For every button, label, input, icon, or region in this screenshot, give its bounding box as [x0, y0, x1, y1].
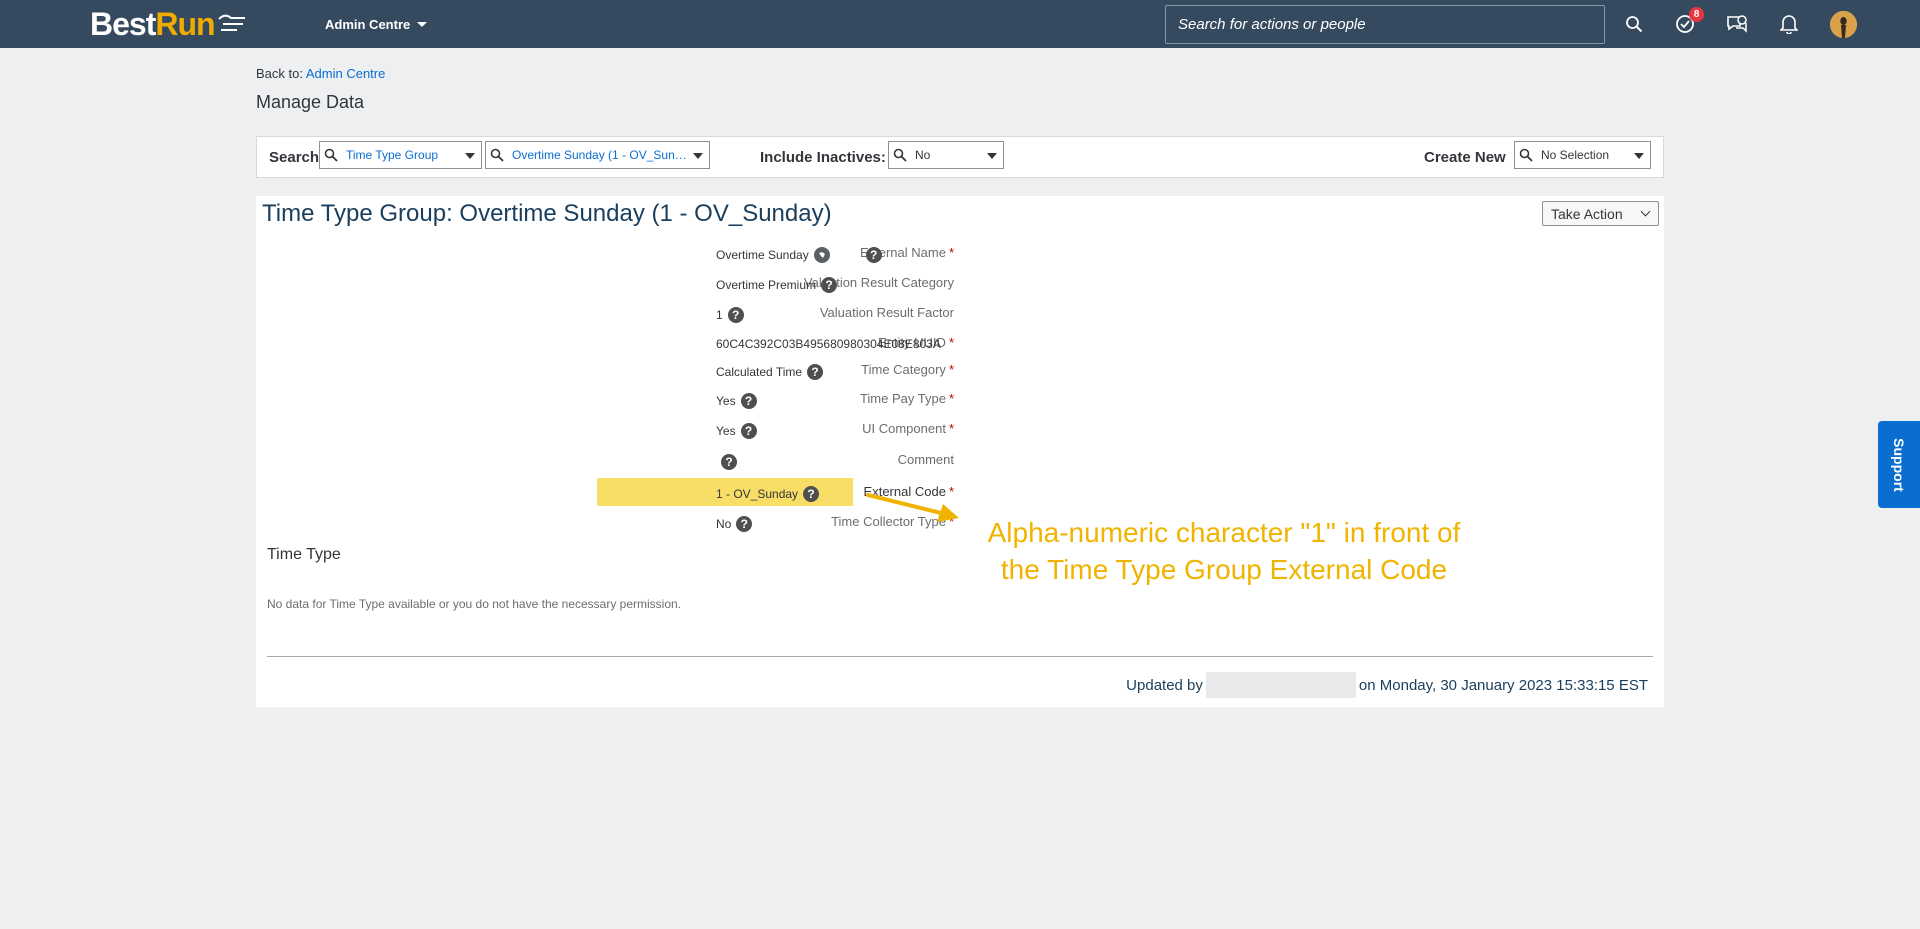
logo-speed-lines-icon — [217, 14, 245, 31]
search-icon[interactable] — [1622, 12, 1646, 36]
create-new-value: No Selection — [1541, 148, 1610, 162]
search-icon — [324, 148, 338, 162]
dropdown-arrow-icon — [693, 153, 703, 159]
field-label: Valuation Result Factor — [819, 305, 954, 320]
object-type-select[interactable]: Time Type Group — [319, 141, 482, 169]
manage-data-search-bar: Search Time Type Group Overtime Sunday (… — [256, 136, 1664, 178]
help-icon[interactable]: ? — [821, 277, 838, 293]
notification-bell-icon[interactable] — [1777, 12, 1801, 36]
record-title: Time Type Group: Overtime Sunday (1 - OV… — [262, 200, 832, 227]
field-value: Yes ? — [716, 423, 757, 439]
bestrun-logo[interactable]: Best Run — [90, 6, 247, 42]
shell-bar: Best Run Admin Centre Search for actions … — [0, 0, 1920, 48]
search-label: Search — [269, 149, 320, 166]
include-inactives-label: Include Inactives: — [760, 149, 886, 166]
logo-run-text: Run — [155, 5, 215, 42]
field-value: No ? — [716, 516, 753, 532]
help-icon[interactable]: ? — [727, 307, 744, 323]
breadcrumb: Back to: Admin Centre — [256, 66, 385, 81]
field-value: 1 ? — [716, 307, 744, 323]
page-title: Manage Data — [256, 92, 365, 112]
user-avatar[interactable] — [1830, 11, 1857, 38]
help-icon[interactable]: ? — [721, 454, 737, 470]
logo-best-text: Best — [90, 5, 156, 42]
field-row-external-name: External Name * Overtime Sunday ? — [256, 242, 1664, 264]
help-icon[interactable]: ? — [736, 516, 753, 532]
admin-centre-menu-label: Admin Centre — [325, 16, 411, 32]
updated-by-label: Updated by — [1126, 676, 1203, 694]
field-label: UI Component * — [862, 421, 954, 436]
field-row-valuation-result-factor: Valuation Result Factor 1 ? — [256, 302, 1664, 324]
time-type-section-title: Time Type — [267, 546, 341, 563]
divider — [267, 656, 1653, 657]
global-search-input[interactable]: Search for actions or people — [1165, 5, 1605, 44]
take-action-button[interactable]: Take Action — [1542, 201, 1659, 226]
include-inactives-select[interactable]: No — [888, 141, 1004, 169]
search-icon — [1519, 148, 1533, 162]
todo-badge: 8 — [1689, 7, 1704, 22]
search-icon — [490, 148, 504, 162]
field-row-time-category: Time Category * Calculated Time ? — [256, 359, 1664, 381]
object-type-value: Time Type Group — [346, 148, 439, 162]
search-icon — [893, 148, 907, 162]
caret-down-icon — [417, 21, 428, 27]
updated-date: on Monday, 30 January 2023 15:33:15 EST — [1358, 676, 1648, 694]
updated-by-user-redacted — [1205, 672, 1356, 698]
field-value: 1 - OV_Sunday ? — [716, 486, 820, 502]
help-icon[interactable]: ? — [740, 393, 757, 409]
create-new-select[interactable]: No Selection — [1514, 141, 1651, 169]
field-value: 60C4C392C03B495680980304E08E803A — [716, 337, 941, 351]
field-row-entity-uuid: Entity UUID * 60C4C392C03B495680980304E08… — [256, 332, 1664, 354]
record-panel: Time Type Group: Overtime Sunday (1 - OV… — [256, 196, 1664, 707]
field-value: ? — [716, 454, 737, 470]
include-inactives-value: No — [915, 148, 931, 162]
field-label: Time Pay Type * — [859, 391, 954, 406]
no-data-message: No data for Time Type available or you d… — [267, 597, 682, 611]
updated-by-footer: Updated by on Monday, 30 January 2023 15… — [1126, 672, 1648, 698]
translation-globe-icon[interactable] — [813, 247, 830, 263]
chevron-down-icon — [1640, 206, 1651, 217]
take-action-label: Take Action — [1551, 205, 1623, 222]
dropdown-arrow-icon — [465, 153, 475, 159]
field-row-comment: Comment ? — [256, 449, 1664, 471]
dropdown-arrow-icon — [1634, 153, 1644, 159]
breadcrumb-prefix: Back to: — [256, 66, 303, 81]
support-tab-button[interactable]: Support — [1878, 421, 1920, 508]
admin-centre-menu[interactable]: Admin Centre — [325, 14, 428, 34]
annotation-text: Alpha-numeric character "1" in front of … — [958, 514, 1490, 588]
field-row-valuation-result-category: Valuation Result Category Overtime Premi… — [256, 272, 1664, 294]
field-row-time-pay-type: Time Pay Type * Yes ? — [256, 388, 1664, 410]
global-search-placeholder: Search for actions or people — [1178, 16, 1366, 33]
object-instance-value: Overtime Sunday (1 - OV_Sunday... — [512, 148, 692, 162]
help-icon[interactable]: ? — [865, 247, 882, 263]
todo-checkmark-icon[interactable]: 8 — [1673, 7, 1704, 36]
help-icon[interactable]: ? — [740, 423, 757, 439]
annotation-line-2: the Time Type Group External Code — [1000, 554, 1448, 585]
field-value: Overtime Sunday ? — [716, 247, 882, 263]
field-label: Time Category * — [861, 362, 954, 377]
field-row-ui-component: UI Component * Yes ? — [256, 418, 1664, 440]
object-instance-select[interactable]: Overtime Sunday (1 - OV_Sunday... — [485, 141, 710, 169]
annotation-arrow-icon — [866, 493, 959, 522]
support-tab-label: Support — [1891, 437, 1907, 492]
help-icon[interactable]: ? — [807, 364, 824, 380]
field-label: Comment — [897, 452, 954, 467]
breadcrumb-admin-centre-link[interactable]: Admin Centre — [306, 66, 385, 81]
field-value: Overtime Premium ? — [716, 277, 838, 293]
field-value: Yes ? — [716, 393, 757, 409]
help-icon[interactable]: ? — [803, 486, 820, 502]
chat-feedback-icon[interactable] — [1725, 12, 1749, 36]
dropdown-arrow-icon — [987, 153, 997, 159]
create-new-label: Create New — [1424, 149, 1506, 166]
annotation-line-1: Alpha-numeric character "1" in front of — [987, 517, 1461, 548]
field-value: Calculated Time ? — [716, 364, 824, 380]
